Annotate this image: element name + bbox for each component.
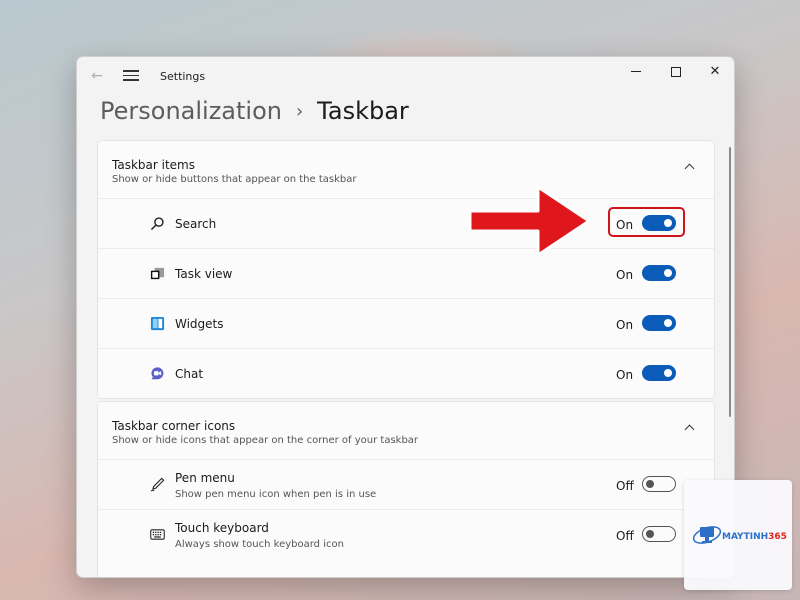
section-description: Show or hide buttons that appear on the … bbox=[112, 174, 357, 185]
settings-window: ← Settings ✕ Personalization › Taskbar Tas… bbox=[76, 56, 735, 578]
taskbar-items-header[interactable]: Taskbar items Show or hide buttons that … bbox=[98, 141, 714, 199]
monitor-logo-icon bbox=[692, 526, 722, 544]
setting-row-pen-menu: Pen menu Show pen menu icon when pen is … bbox=[98, 460, 714, 510]
watermark: MAYTINH365 bbox=[684, 480, 792, 590]
keyboard-icon bbox=[150, 529, 165, 540]
scrollbar[interactable] bbox=[729, 147, 731, 417]
chat-toggle[interactable] bbox=[642, 365, 676, 381]
chevron-up-icon[interactable] bbox=[684, 163, 695, 174]
touch-keyboard-toggle[interactable] bbox=[642, 526, 676, 542]
section-title: Taskbar items bbox=[112, 158, 195, 172]
setting-sublabel: Always show touch keyboard icon bbox=[175, 539, 344, 550]
pen-menu-toggle[interactable] bbox=[642, 476, 676, 492]
breadcrumb: Personalization › Taskbar bbox=[100, 97, 409, 125]
setting-sublabel: Show pen menu icon when pen is in use bbox=[175, 489, 377, 500]
task-view-toggle[interactable] bbox=[642, 265, 676, 281]
widgets-icon bbox=[150, 316, 165, 331]
toggle-state-text: On bbox=[616, 368, 634, 382]
task-view-icon bbox=[150, 267, 165, 280]
setting-label: Search bbox=[175, 217, 217, 231]
setting-row-task-view: Task view On bbox=[98, 249, 714, 299]
toggle-state-text: Off bbox=[616, 529, 634, 543]
breadcrumb-parent[interactable]: Personalization bbox=[100, 97, 282, 125]
taskbar-corner-icons-header[interactable]: Taskbar corner icons Show or hide icons … bbox=[98, 402, 714, 460]
page-title: Taskbar bbox=[317, 97, 409, 125]
taskbar-items-card: Taskbar items Show or hide buttons that … bbox=[97, 140, 715, 399]
hamburger-menu-button[interactable] bbox=[123, 67, 139, 83]
setting-label: Touch keyboard bbox=[175, 521, 269, 535]
title-bar: ← Settings ✕ bbox=[77, 57, 734, 95]
watermark-brand: MAYTINH365 bbox=[722, 532, 787, 542]
highlight-box-annotation bbox=[608, 207, 685, 237]
red-arrow-annotation-icon bbox=[468, 185, 591, 257]
close-icon: ✕ bbox=[709, 64, 721, 79]
widgets-toggle[interactable] bbox=[642, 315, 676, 331]
setting-label: Chat bbox=[175, 367, 204, 381]
setting-label: Pen menu bbox=[175, 471, 235, 485]
section-description: Show or hide icons that appear on the co… bbox=[112, 435, 419, 446]
taskbar-corner-icons-card: Taskbar corner icons Show or hide icons … bbox=[97, 401, 715, 577]
app-title: Settings bbox=[160, 70, 206, 83]
close-button[interactable]: ✕ bbox=[696, 61, 734, 83]
back-button[interactable]: ← bbox=[89, 68, 105, 84]
toggle-state-text: On bbox=[616, 318, 634, 332]
minimize-button[interactable] bbox=[617, 61, 655, 83]
setting-row-widgets: Widgets On bbox=[98, 299, 714, 349]
setting-row-touch-keyboard: Touch keyboard Always show touch keyboar… bbox=[98, 510, 714, 559]
toggle-state-text: On bbox=[616, 268, 634, 282]
chat-icon bbox=[151, 367, 164, 380]
setting-row-chat: Chat On bbox=[98, 349, 714, 398]
breadcrumb-separator-icon: › bbox=[295, 101, 304, 122]
maximize-button[interactable] bbox=[657, 61, 695, 83]
maximize-icon bbox=[671, 66, 681, 77]
toggle-state-text: Off bbox=[616, 479, 634, 493]
chevron-up-icon[interactable] bbox=[684, 424, 695, 435]
setting-label: Task view bbox=[175, 267, 233, 281]
section-title: Taskbar corner icons bbox=[112, 419, 236, 433]
back-arrow-icon: ← bbox=[91, 68, 103, 84]
search-icon bbox=[151, 217, 164, 230]
setting-label: Widgets bbox=[175, 317, 224, 331]
pen-icon bbox=[150, 477, 165, 492]
minimize-icon bbox=[631, 71, 641, 72]
